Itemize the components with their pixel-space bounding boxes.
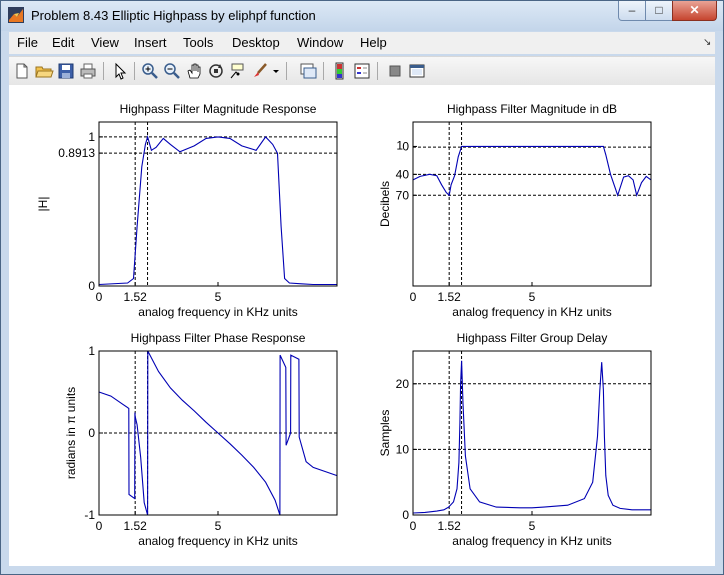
x-axis-label: analog frequency in KHz units	[452, 305, 611, 319]
title-bar[interactable]: Problem 8.43 Elliptic Highpass by eliphp…	[1, 1, 723, 31]
chart-title: Highpass Filter Phase Response	[131, 331, 306, 345]
save-icon[interactable]	[56, 61, 76, 81]
plot-canvas: 0 1.52 5 0 0.8913 1 Highpass Filter Magnitude …	[36, 102, 652, 548]
y-tick-label: 0	[88, 279, 95, 293]
minimize-button[interactable]: –	[618, 1, 646, 21]
y-tick-label: 70	[396, 188, 410, 202]
x-tick-label: 1.52	[437, 290, 461, 304]
y-tick-label: 0	[402, 508, 409, 522]
y-tick-label: -1	[84, 508, 95, 522]
zoom-in-icon[interactable]	[140, 61, 160, 81]
legend-icon[interactable]	[352, 61, 372, 81]
menu-help[interactable]: Help	[360, 35, 387, 50]
y-tick-label: 10	[396, 442, 410, 456]
chart-title: Highpass Filter Magnitude in dB	[447, 102, 617, 116]
subplot-2[interactable]: 0 1.52 5 0 40 70 1 Highpass Filter Magnitude in…	[378, 102, 652, 319]
y-tick-label: 1	[88, 130, 95, 144]
zoom-out-icon[interactable]	[162, 61, 182, 81]
menu-file[interactable]: File	[17, 35, 38, 50]
y-tick-label: 0	[88, 426, 95, 440]
y-tick-label: 40	[396, 167, 410, 181]
close-icon: ✕	[689, 3, 700, 17]
subplot-3[interactable]: 0 1.52 5-101Highpass Filter Phase Response…	[64, 331, 338, 548]
print-icon[interactable]	[78, 61, 98, 81]
subplot-4[interactable]: 0 1.52 5 0 10 20 Highpass Filter Group Delay an…	[378, 331, 652, 548]
y-tick-label: 0	[402, 139, 409, 153]
new-file-icon[interactable]	[12, 61, 32, 81]
y-axis-label: Samples	[378, 410, 392, 457]
menu-desktop[interactable]: Desktop	[232, 35, 280, 50]
x-tick-label: 1.52	[123, 519, 147, 533]
y-tick-label: 0.8913	[58, 146, 95, 160]
figure-toolbar	[9, 56, 715, 86]
pointer-icon[interactable]	[110, 61, 130, 81]
x-tick-label: 1.52	[123, 290, 147, 304]
toolbar-separator	[377, 62, 378, 80]
close-button[interactable]: ✕	[672, 1, 717, 21]
hide-plot-tools-icon[interactable]	[385, 61, 405, 81]
y-axis-label: Decibels	[378, 181, 392, 227]
menu-overflow-icon[interactable]: ↘	[703, 37, 711, 48]
menu-bar: File Edit View Insert Tools Desktop Wind…	[9, 32, 715, 54]
brush-dropdown-icon[interactable]	[271, 61, 281, 81]
menu-window[interactable]: Window	[297, 35, 343, 50]
figure-window: Problem 8.43 Elliptic Highpass by eliphp…	[0, 0, 724, 575]
maximize-icon: □	[655, 3, 663, 17]
pan-icon[interactable]	[184, 61, 204, 81]
menu-view[interactable]: View	[91, 35, 119, 50]
x-tick-label: 0	[410, 290, 417, 304]
menu-insert[interactable]: Insert	[134, 35, 167, 50]
subplot-1[interactable]: 0 1.52 5 0 0.8913 1 Highpass Filter Magnitude …	[36, 102, 338, 319]
x-tick-label: 5	[215, 290, 222, 304]
x-axis-label: analog frequency in KHz units	[138, 305, 297, 319]
y-axis-label: |H|	[36, 197, 50, 212]
show-plot-tools-icon[interactable]	[407, 61, 427, 81]
figure-canvas: 0 1.52 5 0 0.8913 1 Highpass Filter Magnitude …	[9, 85, 715, 566]
y-tick-label: 20	[396, 377, 410, 391]
brush-icon[interactable]	[250, 61, 270, 81]
x-tick-label: 0	[410, 519, 417, 533]
matlab-app-icon	[8, 7, 24, 23]
y-tick-label: 1	[396, 139, 403, 153]
link-plot-icon[interactable]	[298, 61, 318, 81]
y-tick-label: 1	[88, 344, 95, 358]
chart-title: Highpass Filter Magnitude Response	[120, 102, 317, 116]
x-tick-label: 0	[96, 519, 103, 533]
rotate-3d-icon[interactable]	[206, 61, 226, 81]
menu-tools[interactable]: Tools	[183, 35, 213, 50]
x-tick-label: 0	[96, 290, 103, 304]
menu-edit[interactable]: Edit	[52, 35, 74, 50]
y-axis-label: radians in π units	[64, 387, 78, 479]
toolbar-separator	[286, 62, 287, 80]
minimize-icon: –	[628, 3, 636, 17]
toolbar-separator	[323, 62, 324, 80]
x-axis-label: analog frequency in KHz units	[452, 534, 611, 548]
maximize-button[interactable]: □	[645, 1, 673, 21]
x-tick-label: 5	[215, 519, 222, 533]
open-folder-icon[interactable]	[34, 61, 54, 81]
toolbar-separator	[103, 62, 104, 80]
x-axis-label: analog frequency in KHz units	[138, 534, 297, 548]
colorbar-icon[interactable]	[330, 61, 350, 81]
x-tick-label: 5	[529, 519, 536, 533]
toolbar-separator	[134, 62, 135, 80]
chart-title: Highpass Filter Group Delay	[457, 331, 608, 345]
x-tick-label: 1.52	[437, 519, 461, 533]
window-title: Problem 8.43 Elliptic Highpass by eliphp…	[31, 8, 316, 23]
x-tick-label: 5	[529, 290, 536, 304]
data-cursor-icon[interactable]	[228, 61, 248, 81]
